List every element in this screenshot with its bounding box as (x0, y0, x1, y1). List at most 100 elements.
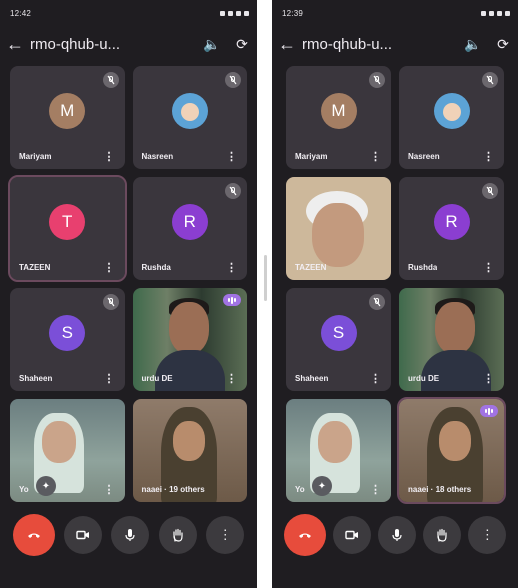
avatar: R (171, 204, 208, 240)
mic-off-icon (482, 72, 498, 88)
avatar: S (320, 315, 357, 351)
participant-name: TAZEEN (19, 263, 51, 272)
participant-tile[interactable]: Nasreen ⋮ (399, 66, 504, 169)
self-video-tile[interactable]: Yo ✦ ⋮ (10, 399, 125, 502)
participant-name: Mariyam (19, 152, 52, 161)
mic-off-icon (225, 183, 241, 199)
camera-button[interactable] (64, 516, 103, 554)
meeting-header: ← rmo-qhub-u... 🔈 ⟳ (0, 28, 257, 60)
switch-camera-icon[interactable]: ⟳ (488, 36, 518, 53)
avatar (433, 93, 470, 129)
raise-hand-button[interactable] (158, 516, 197, 554)
hand-icon (437, 528, 447, 542)
hand-icon (173, 528, 183, 542)
avatar: R (433, 204, 470, 240)
participant-name: naaei · 18 others (408, 485, 472, 494)
participant-tile[interactable]: R Rushda ⋮ (132, 177, 247, 280)
switch-camera-icon[interactable]: ⟳ (227, 36, 257, 53)
participant-name: Yo (295, 485, 305, 494)
call-screen-right: 12:39 ← rmo-qhub-u... 🔈 ⟳ M Mariyam ⋮ Na… (272, 0, 518, 588)
more-vert-icon[interactable]: ⋮ (226, 152, 237, 163)
status-time: 12:39 (282, 8, 304, 18)
back-arrow-icon[interactable]: ← (272, 34, 302, 55)
participant-name: Rushda (141, 263, 171, 272)
status-bar: 12:39 (282, 6, 510, 20)
participant-name: Yo (19, 485, 29, 494)
mic-off-icon (369, 72, 385, 88)
participant-name: urdu DE (408, 374, 440, 383)
participant-tile[interactable]: T TAZEEN ⋮ (8, 175, 127, 282)
more-options-button[interactable]: ⋮ (468, 516, 507, 554)
participant-name: TAZEEN (295, 263, 327, 272)
mic-button[interactable] (111, 516, 150, 554)
meeting-header: ← rmo-qhub-u... 🔈 ⟳ (272, 28, 518, 60)
participant-tile[interactable]: S Shaheen ⋮ (10, 288, 125, 391)
mic-icon (125, 529, 136, 541)
participant-name: naaei · 19 others (141, 485, 205, 494)
participant-grid: M Mariyam ⋮ Nasreen ⋮ TAZEEN R Rushda ⋮ … (286, 66, 506, 504)
more-vert-icon[interactable]: ⋮ (104, 374, 115, 385)
call-screen-left: 12:42 ← rmo-qhub-u... 🔈 ⟳ M Mariyam ⋮ Na… (0, 0, 257, 588)
split-divider-handle[interactable] (264, 255, 267, 301)
more-vert-icon[interactable]: ⋮ (104, 152, 115, 163)
status-icons (220, 10, 249, 16)
mic-icon (392, 529, 402, 541)
more-vert-icon[interactable]: ⋮ (226, 263, 237, 274)
more-vert-icon[interactable]: ⋮ (483, 374, 494, 385)
participant-video-tile[interactable]: naaei · 18 others (397, 397, 506, 504)
participant-name: urdu DE (141, 374, 173, 383)
effects-icon[interactable]: ✦ (312, 476, 332, 496)
raise-hand-button[interactable] (423, 516, 462, 554)
participant-grid: M Mariyam ⋮ Nasreen ⋮ T TAZEEN ⋮ R Rushd… (8, 66, 247, 502)
back-arrow-icon[interactable]: ← (0, 34, 30, 55)
participant-video-tile[interactable]: naaei · 19 others (132, 399, 247, 502)
mic-button[interactable] (377, 516, 416, 554)
more-vert-icon[interactable]: ⋮ (104, 263, 115, 274)
participant-name: Nasreen (141, 152, 174, 161)
status-bar: 12:42 (10, 6, 249, 20)
more-vert-icon[interactable]: ⋮ (370, 152, 381, 163)
speaking-indicator-icon (223, 294, 241, 306)
more-vert-icon[interactable]: ⋮ (226, 374, 237, 385)
more-vert-icon[interactable]: ⋮ (483, 152, 494, 163)
speaker-icon[interactable]: 🔈 (197, 36, 227, 53)
hangup-icon (27, 533, 40, 538)
more-vert-icon: ⋮ (218, 527, 232, 542)
avatar: M (49, 93, 86, 129)
participant-video-tile[interactable]: TAZEEN (286, 177, 391, 280)
camera-button[interactable] (332, 516, 371, 554)
avatar: T (49, 204, 86, 240)
call-controls: ⋮ (0, 514, 257, 556)
avatar: M (320, 93, 357, 129)
mic-off-icon (225, 72, 241, 88)
participant-tile[interactable]: S Shaheen ⋮ (286, 288, 391, 391)
participant-video-tile[interactable]: urdu DE ⋮ (132, 288, 247, 391)
more-vert-icon[interactable]: ⋮ (104, 485, 115, 496)
mic-off-icon (482, 183, 498, 199)
end-call-button[interactable] (12, 514, 55, 556)
more-vert-icon[interactable]: ⋮ (483, 263, 494, 274)
more-options-button[interactable]: ⋮ (206, 516, 245, 554)
effects-icon[interactable]: ✦ (36, 476, 56, 496)
meeting-title[interactable]: rmo-qhub-u... (302, 36, 458, 53)
participant-name: Mariyam (295, 152, 328, 161)
camera-icon (345, 530, 358, 540)
more-vert-icon[interactable]: ⋮ (370, 485, 381, 496)
more-vert-icon[interactable]: ⋮ (370, 374, 381, 385)
participant-tile[interactable]: M Mariyam ⋮ (10, 66, 125, 169)
speaker-icon[interactable]: 🔈 (458, 36, 488, 53)
meeting-title[interactable]: rmo-qhub-u... (30, 36, 197, 53)
participant-name: Shaheen (295, 374, 329, 383)
participant-video-tile[interactable]: urdu DE ⋮ (399, 288, 504, 391)
end-call-button[interactable] (283, 514, 326, 556)
status-icons (481, 10, 510, 16)
participant-tile[interactable]: Nasreen ⋮ (132, 66, 247, 169)
mic-off-icon (369, 294, 385, 310)
participant-tile[interactable]: M Mariyam ⋮ (286, 66, 391, 169)
participant-tile[interactable]: R Rushda ⋮ (399, 177, 504, 280)
self-video-tile[interactable]: Yo ✦ ⋮ (286, 399, 391, 502)
participant-name: Shaheen (19, 374, 53, 383)
mic-off-icon (102, 294, 119, 310)
camera-icon (76, 530, 90, 540)
avatar: S (49, 315, 86, 351)
